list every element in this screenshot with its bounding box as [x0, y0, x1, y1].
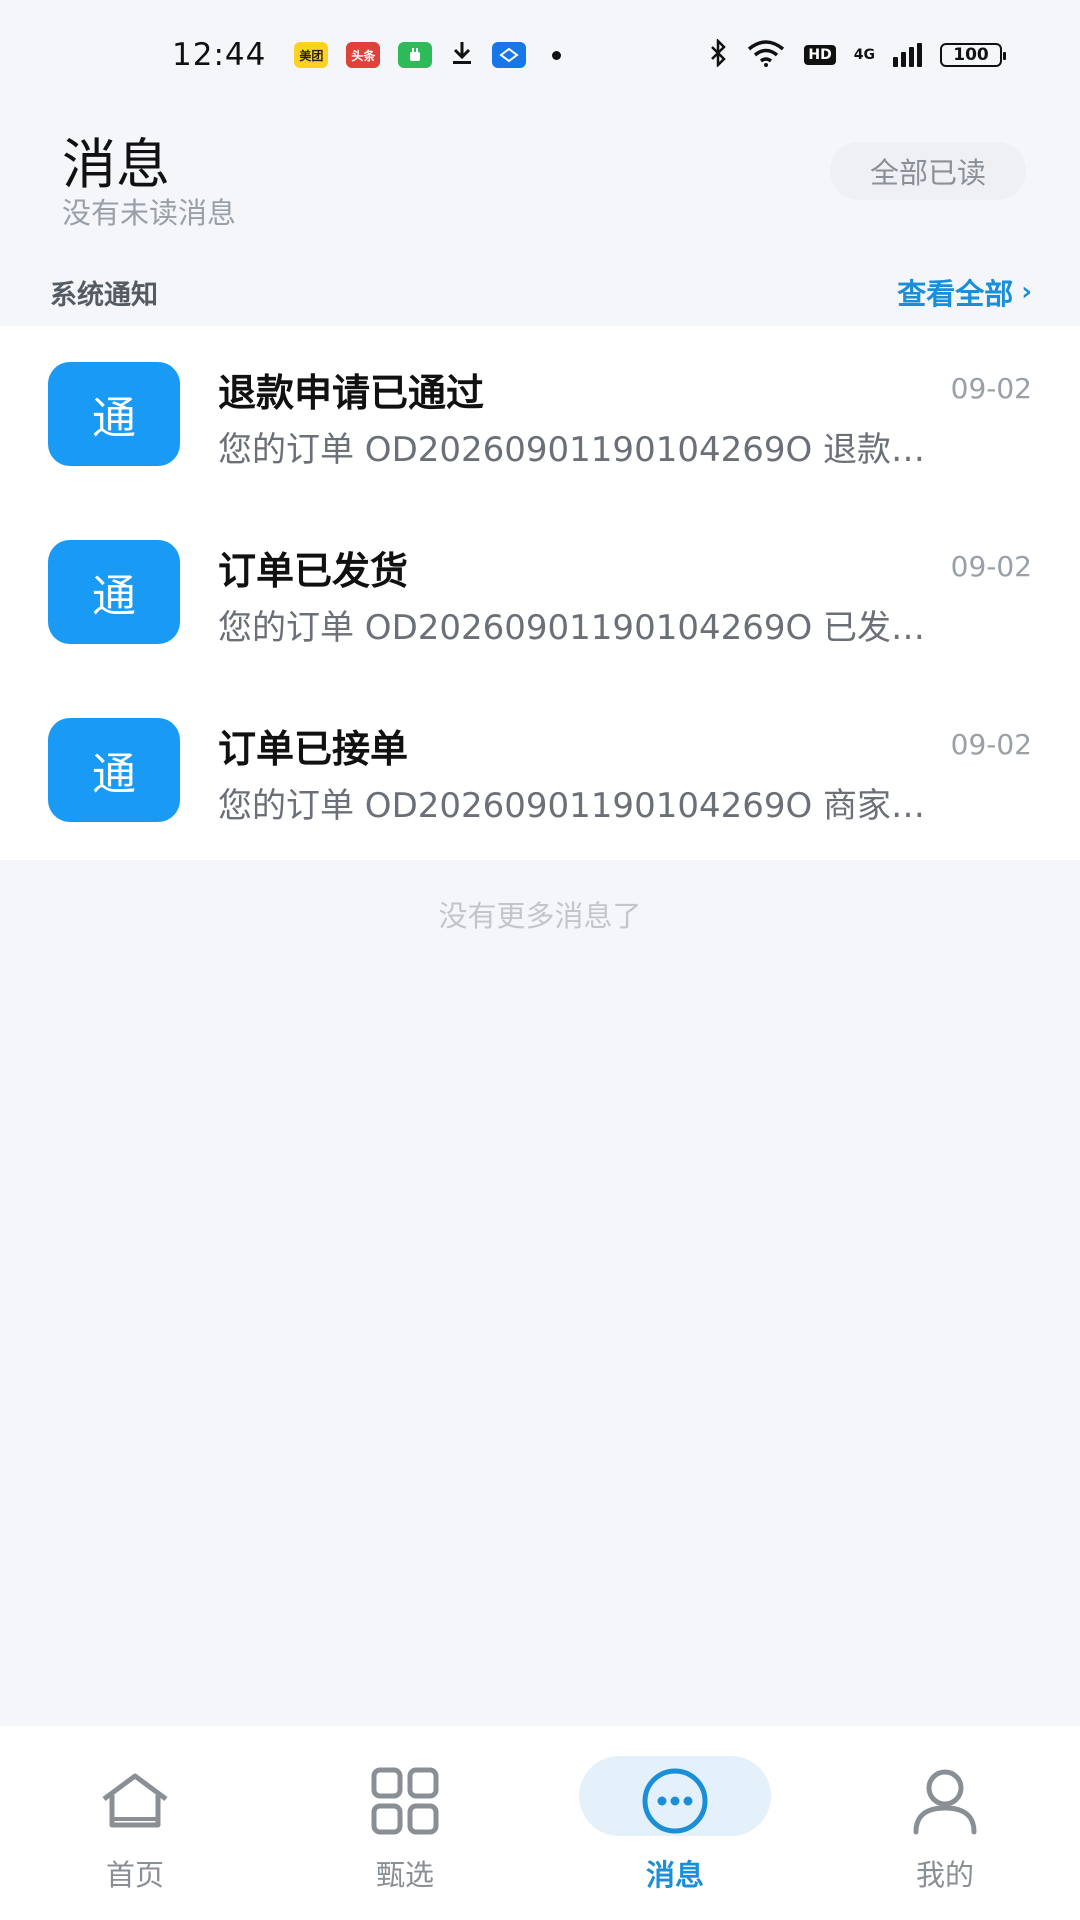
notification-avatar-icon: 通 — [48, 362, 180, 466]
message-date: 09-02 — [950, 372, 1032, 405]
status-time: 12:44 — [172, 37, 267, 73]
message-body: 您的订单 OD20260901190104269O 退款… — [218, 430, 926, 470]
wifi-icon — [746, 39, 786, 71]
section-title: 系统通知 — [50, 279, 158, 311]
bottom-nav: 首页 甄选 消息 我的 — [0, 1726, 1080, 1920]
battery-icon: 100 — [940, 43, 1006, 67]
page-title: 消息 — [62, 133, 170, 196]
blue-app-icon — [492, 42, 527, 68]
signal-icon — [893, 43, 922, 67]
status-right: HD 4G 100 — [708, 37, 1006, 71]
nav-item-messages[interactable]: 消息 — [540, 1726, 810, 1920]
network-type: 4G — [853, 47, 875, 63]
nav-label-home: 首页 — [105, 1858, 164, 1892]
bluetooth-icon — [708, 37, 728, 71]
page-subtitle: 没有未读消息 — [62, 196, 237, 230]
notification-avatar-icon: 通 — [48, 718, 180, 822]
hd-badge: HD — [804, 45, 836, 65]
chat-bubble-icon — [638, 1764, 712, 1838]
no-more-messages: 没有更多消息了 — [438, 899, 642, 933]
message-item[interactable]: 通 订单已发货 09-02 您的订单 OD20260901190104269O … — [0, 504, 1080, 682]
view-all-link[interactable]: 查看全部 › — [897, 271, 1032, 313]
message-list: 通 退款申请已通过 09-02 您的订单 OD20260901190104269… — [0, 326, 1080, 860]
grid-icon — [368, 1764, 442, 1838]
message-date: 09-02 — [950, 550, 1032, 583]
download-icon — [450, 40, 474, 71]
message-title: 订单已发货 — [218, 549, 409, 593]
green-app-icon — [398, 42, 433, 68]
message-item[interactable]: 通 订单已接单 09-02 您的订单 OD20260901190104269O … — [0, 682, 1080, 860]
nav-item-mine[interactable]: 我的 — [810, 1726, 1080, 1920]
nav-label-select: 甄选 — [375, 1858, 434, 1892]
person-icon — [908, 1764, 982, 1838]
mark-all-read-button[interactable]: 全部已读 — [830, 142, 1026, 200]
nav-item-select[interactable]: 甄选 — [270, 1726, 540, 1920]
message-title: 退款申请已通过 — [218, 371, 485, 415]
notification-avatar-icon: 通 — [48, 540, 180, 644]
nav-label-messages: 消息 — [645, 1858, 704, 1892]
message-body: 您的订单 OD20260901190104269O 商家… — [218, 786, 926, 826]
section-header: 系统通知 查看全部 › — [0, 262, 1080, 322]
status-bar: 12:44 美团 头条 HD 4G 100 — [0, 0, 1080, 110]
message-item[interactable]: 通 退款申请已通过 09-02 您的订单 OD20260901190104269… — [0, 326, 1080, 504]
chevron-right-icon: › — [1021, 277, 1032, 307]
nav-label-mine: 我的 — [915, 1858, 974, 1892]
notification-dot-icon — [552, 50, 562, 60]
toutiao-app-icon: 头条 — [346, 42, 381, 68]
view-all-label: 查看全部 — [897, 277, 1014, 311]
message-date: 09-02 — [950, 728, 1032, 761]
meituan-app-icon: 美团 — [294, 42, 329, 68]
message-title: 订单已接单 — [218, 727, 409, 771]
nav-item-home[interactable]: 首页 — [0, 1726, 270, 1920]
home-icon — [98, 1764, 172, 1838]
message-body: 您的订单 OD20260901190104269O 已发… — [218, 608, 926, 648]
